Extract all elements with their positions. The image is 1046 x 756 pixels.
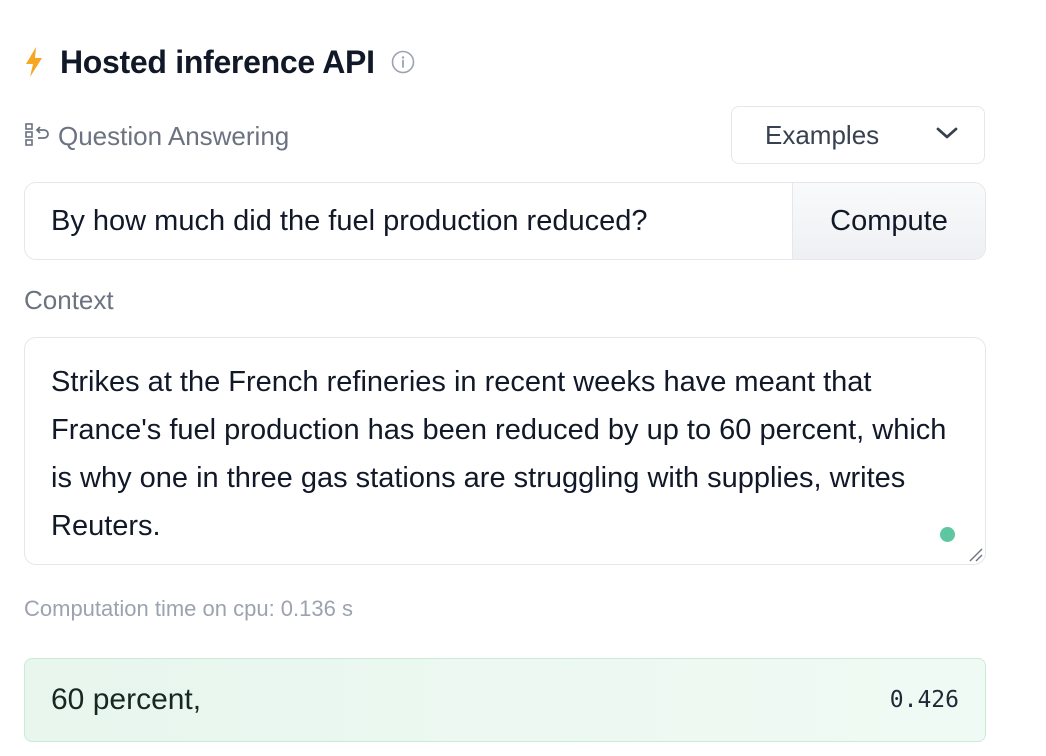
lightning-bolt-icon [24, 45, 44, 79]
context-textarea[interactable]: Strikes at the French refineries in rece… [24, 337, 986, 565]
info-icon[interactable] [391, 50, 415, 74]
widget-title: Hosted inference API [60, 43, 375, 80]
question-input[interactable] [25, 183, 792, 259]
status-dot-icon [940, 527, 955, 542]
chevron-down-icon [936, 126, 958, 145]
answer-score: 0.426 [889, 687, 959, 713]
examples-label: Examples [765, 119, 880, 150]
answer-text: 60 percent, [51, 683, 202, 716]
context-text[interactable]: Strikes at the French refineries in rece… [51, 358, 951, 550]
context-label: Context [24, 285, 114, 315]
widget-header: Hosted inference API [24, 40, 415, 84]
question-answering-icon [24, 121, 50, 152]
task-type: Question Answering [24, 118, 289, 154]
resize-handle-icon[interactable] [967, 546, 983, 562]
compute-button[interactable]: Compute [792, 183, 985, 259]
examples-dropdown[interactable]: Examples [731, 106, 985, 164]
answer-result: 60 percent, 0.426 [24, 658, 986, 742]
computation-time: Computation time on cpu: 0.136 s [24, 596, 353, 621]
task-label: Question Answering [58, 120, 290, 151]
question-form: Compute [24, 182, 986, 260]
